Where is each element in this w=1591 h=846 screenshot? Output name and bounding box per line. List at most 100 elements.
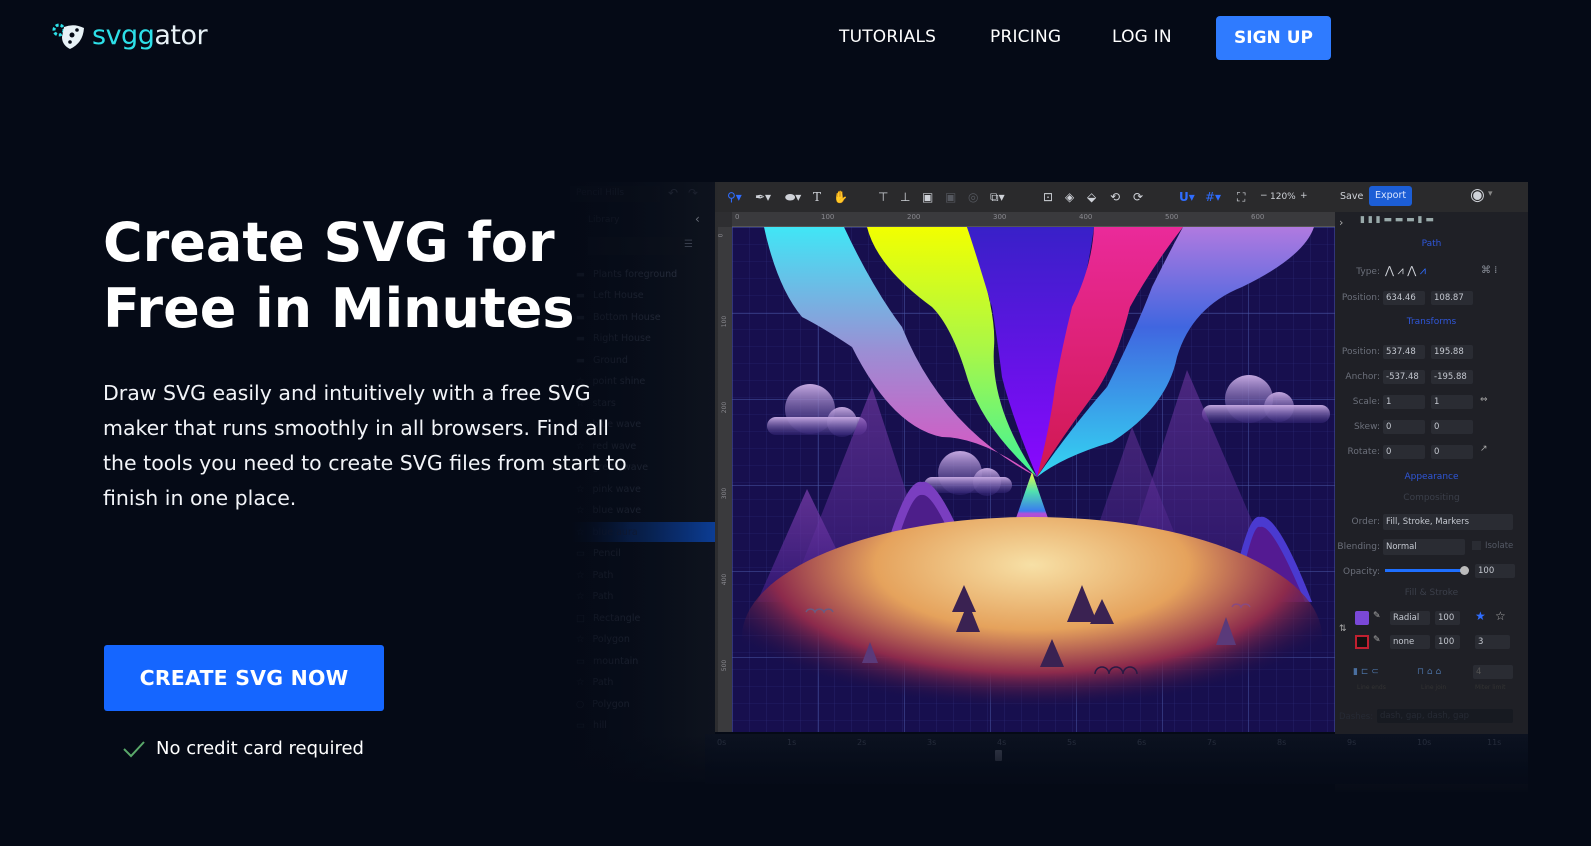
dashes-input[interactable]: dash, gap, dash, gap <box>1377 709 1513 723</box>
layer-item[interactable]: ☆ Path <box>570 673 715 693</box>
chevron-down-icon[interactable]: ▾ <box>1488 189 1493 199</box>
layer-item[interactable]: ☆ blue aura <box>570 522 715 542</box>
line-join-icons[interactable]: ⊓ ⌂ ⌂ <box>1417 667 1441 677</box>
stroke-swatch[interactable] <box>1355 635 1369 649</box>
align-toolbar-icons[interactable]: ▮ ▮ ▮ ▬ ▬ ▬ ▮ ▬ <box>1360 215 1434 225</box>
node-type-icons[interactable]: ⋀ ⩘ ⋀ ⩘ <box>1385 264 1426 278</box>
layer-item[interactable]: ☆ Path <box>570 587 715 607</box>
node-tool-icon[interactable]: ⚲▾ <box>727 190 742 204</box>
brand-logo[interactable]: svggator <box>50 20 208 51</box>
layer-item[interactable]: ▬ Ground <box>570 350 715 370</box>
isolate-checkbox[interactable] <box>1472 541 1481 550</box>
type-label: Type: <box>1356 267 1380 277</box>
path-position-y[interactable]: 108.87 <box>1431 291 1473 305</box>
miter-input[interactable]: 4 <box>1473 665 1513 679</box>
layer-search-input[interactable] <box>588 237 693 255</box>
text-tool-icon[interactable]: T <box>813 190 821 204</box>
fill-swatch[interactable] <box>1355 611 1369 625</box>
blending-select[interactable]: Normal <box>1383 539 1465 555</box>
ellipse-tool-icon[interactable]: ⬬▾ <box>785 190 801 205</box>
scale-x[interactable]: 1 <box>1383 395 1425 409</box>
collapse-left-icon[interactable]: ‹ <box>695 212 700 226</box>
user-avatar-icon[interactable]: ◉ <box>1470 185 1485 205</box>
center-icon[interactable]: ⊡ <box>1043 190 1053 204</box>
path-section[interactable]: Path <box>1335 239 1528 249</box>
layer-item[interactable]: ☆ Polygon <box>570 630 715 650</box>
fill-edit-icon[interactable]: ✎ <box>1373 611 1381 621</box>
group-icon[interactable]: ▣ <box>922 190 933 204</box>
flip-h-icon[interactable]: ◈ <box>1065 190 1074 204</box>
anchor-x[interactable]: -537.48 <box>1383 370 1425 384</box>
layer-item[interactable]: ▭ hill <box>570 716 715 736</box>
scale-label: Scale: <box>1352 397 1380 407</box>
appearance-section[interactable]: Appearance <box>1335 472 1528 482</box>
create-svg-button[interactable]: CREATE SVG NOW <box>104 645 384 711</box>
skew-y[interactable]: 0 <box>1431 420 1473 434</box>
timeline-tick: 5s <box>1067 738 1077 747</box>
save-button[interactable]: Save <box>1340 191 1363 202</box>
layer-item[interactable]: □ Rectangle <box>570 608 715 628</box>
stroke-opacity-input[interactable]: 100 <box>1435 635 1460 649</box>
zoom-in-button[interactable]: + <box>1300 191 1308 201</box>
artboard-canvas[interactable] <box>732 227 1335 732</box>
snap-magnet-icon[interactable]: U▾ <box>1179 190 1195 204</box>
opacity-input[interactable]: 100 <box>1475 564 1515 578</box>
ruler-tick-label: 200 <box>721 401 729 414</box>
rotate-origin-icon[interactable]: ↗ <box>1480 444 1488 454</box>
export-button[interactable]: Export <box>1369 186 1413 206</box>
scale-y[interactable]: 1 <box>1431 395 1473 409</box>
position-x[interactable]: 537.48 <box>1383 345 1425 359</box>
zoom-out-button[interactable]: − <box>1260 191 1268 201</box>
sort-icon[interactable]: ☰ <box>684 239 693 250</box>
swap-fill-stroke-icon[interactable]: ⇅ <box>1339 624 1347 634</box>
align-middle-icon[interactable]: ⊥ <box>900 190 910 204</box>
playhead[interactable] <box>995 750 1002 761</box>
nav-tutorials-link[interactable]: TUTORIALS <box>839 27 936 47</box>
layer-item[interactable]: ○ Polygon <box>570 694 715 714</box>
timeline[interactable]: 0s 1s 2s 3s 4s 5s 6s 7s 8s 9s 10s 11s <box>705 734 1528 784</box>
pen-tool-icon[interactable]: ✒▾ <box>755 190 771 204</box>
stroke-width-input[interactable]: 3 <box>1475 635 1510 649</box>
fit-screen-icon[interactable]: ⛶ <box>1237 190 1245 205</box>
path-position-x[interactable]: 634.46 <box>1383 291 1425 305</box>
rotate-cw-icon[interactable]: ⟳ <box>1133 190 1143 204</box>
zoom-level[interactable]: 120% <box>1270 192 1296 202</box>
star-outline-icon[interactable]: ☆ <box>1495 609 1506 623</box>
collapse-right-icon[interactable]: › <box>1339 216 1343 229</box>
stroke-type-select[interactable]: none <box>1390 635 1430 649</box>
nav-login-link[interactable]: LOG IN <box>1112 27 1172 47</box>
nav-pricing-link[interactable]: PRICING <box>990 27 1061 47</box>
order-select[interactable]: Fill, Stroke, Markers <box>1383 514 1513 530</box>
grid-icon[interactable]: #▾ <box>1205 190 1221 204</box>
skew-x[interactable]: 0 <box>1383 420 1425 434</box>
anchor-y[interactable]: -195.88 <box>1431 370 1473 384</box>
boolean-icon[interactable]: ⧉▾ <box>990 190 1005 205</box>
timeline-tick: 4s <box>997 738 1007 747</box>
position-y[interactable]: 195.88 <box>1431 345 1473 359</box>
folder-open-icon: ▭ <box>576 720 585 731</box>
signup-button[interactable]: SIGN UP <box>1216 16 1331 60</box>
ungroup-icon[interactable]: ▣ <box>945 190 956 204</box>
transforms-section[interactable]: Transforms <box>1335 317 1528 327</box>
align-top-icon[interactable]: ⊤ <box>878 190 888 204</box>
hand-tool-icon[interactable]: ✋ <box>833 190 848 204</box>
favorite-star-icon[interactable]: ★ <box>1475 609 1486 623</box>
rotate-deg[interactable]: 0 <box>1431 445 1473 459</box>
node-extra-icons[interactable]: ⌘ ⁞ <box>1481 265 1497 276</box>
stroke-edit-icon[interactable]: ✎ <box>1373 635 1381 645</box>
project-name-field[interactable]: Pencil Hills <box>570 186 660 202</box>
fill-opacity-input[interactable]: 100 <box>1435 611 1460 625</box>
fill-type-select[interactable]: Radial <box>1390 611 1430 625</box>
link-scale-icon[interactable]: ⇔ <box>1480 395 1488 405</box>
rotate-ccw-icon[interactable]: ⟲ <box>1110 190 1120 204</box>
layer-item[interactable]: ▭ Pencil <box>570 544 715 564</box>
line-ends-icons[interactable]: ▮ ⊏ ⊂ <box>1353 667 1379 677</box>
rotate-turn[interactable]: 0 <box>1383 445 1425 459</box>
mask-icon[interactable]: ◎ <box>968 190 978 204</box>
opacity-slider[interactable] <box>1385 566 1469 575</box>
layer-item[interactable]: ▭ mountain <box>570 651 715 671</box>
flip-v-icon[interactable]: ⬙ <box>1087 190 1096 204</box>
layer-item[interactable]: ☆ Path <box>570 565 715 585</box>
undo-icon[interactable]: ↶ <box>668 186 678 200</box>
redo-icon[interactable]: ↷ <box>688 186 698 200</box>
